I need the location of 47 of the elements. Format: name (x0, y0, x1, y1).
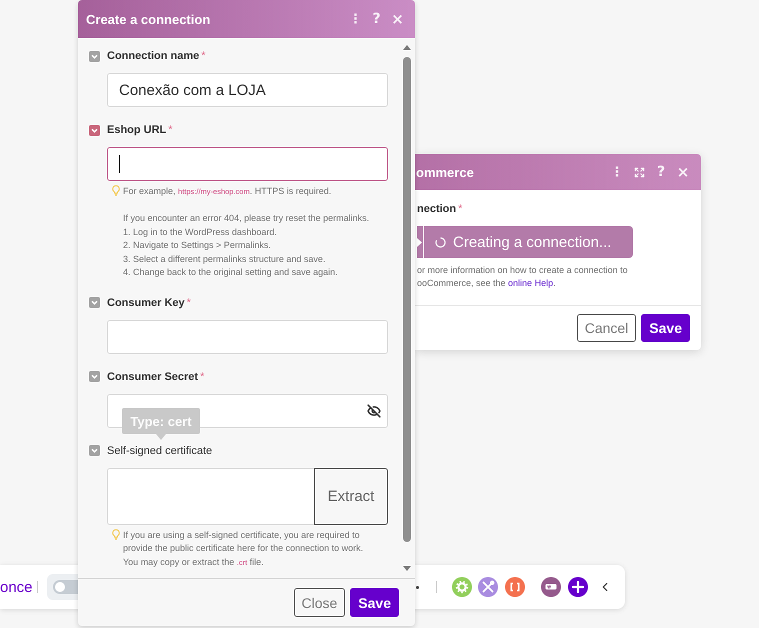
chevron-down-icon[interactable] (89, 124, 100, 136)
eye-off-icon[interactable] (367, 404, 381, 418)
chevron-down-icon[interactable] (89, 297, 100, 308)
hint-text: If you encounter an error 404, please try reset the permalinks. 1. Log in to the WordPress dashboard. 2. Navigate to Settings > Permalinks. 3. Select a different permalinks structure and save. 4. Change back to the original setting and save again. (123, 212, 370, 279)
dot-icon (416, 586, 419, 588)
scroll-down-icon[interactable] (403, 566, 411, 571)
field-label: nection * (417, 202, 462, 216)
field-label: Consumer Secret * (107, 370, 204, 384)
text-field[interactable]: Conexão com a LOJA (107, 73, 388, 107)
help-text: or more information on how to create a connection to ooCommerce, see the online Help. (417, 264, 629, 290)
tools-icon[interactable] (478, 577, 498, 597)
connection-select[interactable]: Creating a connection... (417, 226, 633, 258)
cancel-button[interactable]: Cancel (576, 314, 636, 342)
chevron-down-icon[interactable] (89, 371, 100, 382)
field-label: Self-signed certificate (107, 444, 212, 458)
help-button[interactable]: ? (650, 161, 672, 183)
menu-button[interactable]: ⋮ (606, 161, 628, 183)
help-button[interactable]: ? (366, 8, 387, 30)
field-label: Consumer Key * (107, 296, 191, 310)
save-button[interactable]: Save (641, 314, 690, 342)
tooltip-arrow-icon (156, 434, 166, 440)
field-label: Eshop URL * (107, 123, 173, 137)
chevron-down-icon[interactable] (89, 50, 100, 62)
dialog-title: Create a connection (86, 12, 212, 26)
extract-button[interactable]: Extract (314, 468, 388, 524)
save-button[interactable]: Save (350, 588, 399, 617)
run-label[interactable]: once (0, 578, 33, 596)
field-label: Connection name * (107, 49, 206, 63)
close-button[interactable]: × (387, 8, 408, 30)
toggle-switch[interactable] (52, 580, 78, 594)
link[interactable]: online Help (508, 278, 554, 288)
expand-icon (634, 166, 644, 178)
menu-button[interactable]: ⋮ (345, 8, 366, 30)
dialog-title: ommerce (416, 164, 475, 180)
scrollbar-thumb[interactable] (403, 57, 411, 542)
text-field[interactable] (107, 147, 388, 181)
certificate-field[interactable] (107, 468, 314, 524)
scroll-up-icon[interactable] (403, 45, 411, 50)
close-button[interactable]: × (672, 161, 694, 183)
bubble-icon[interactable] (540, 577, 561, 597)
lightbulb-icon (112, 185, 120, 196)
chevron-down-icon[interactable] (89, 445, 100, 456)
plus-icon[interactable] (568, 577, 588, 597)
gear-icon[interactable] (452, 577, 472, 597)
close-button[interactable]: Close (294, 588, 346, 617)
lightbulb-icon (112, 528, 120, 540)
brackets-icon[interactable] (504, 577, 525, 597)
